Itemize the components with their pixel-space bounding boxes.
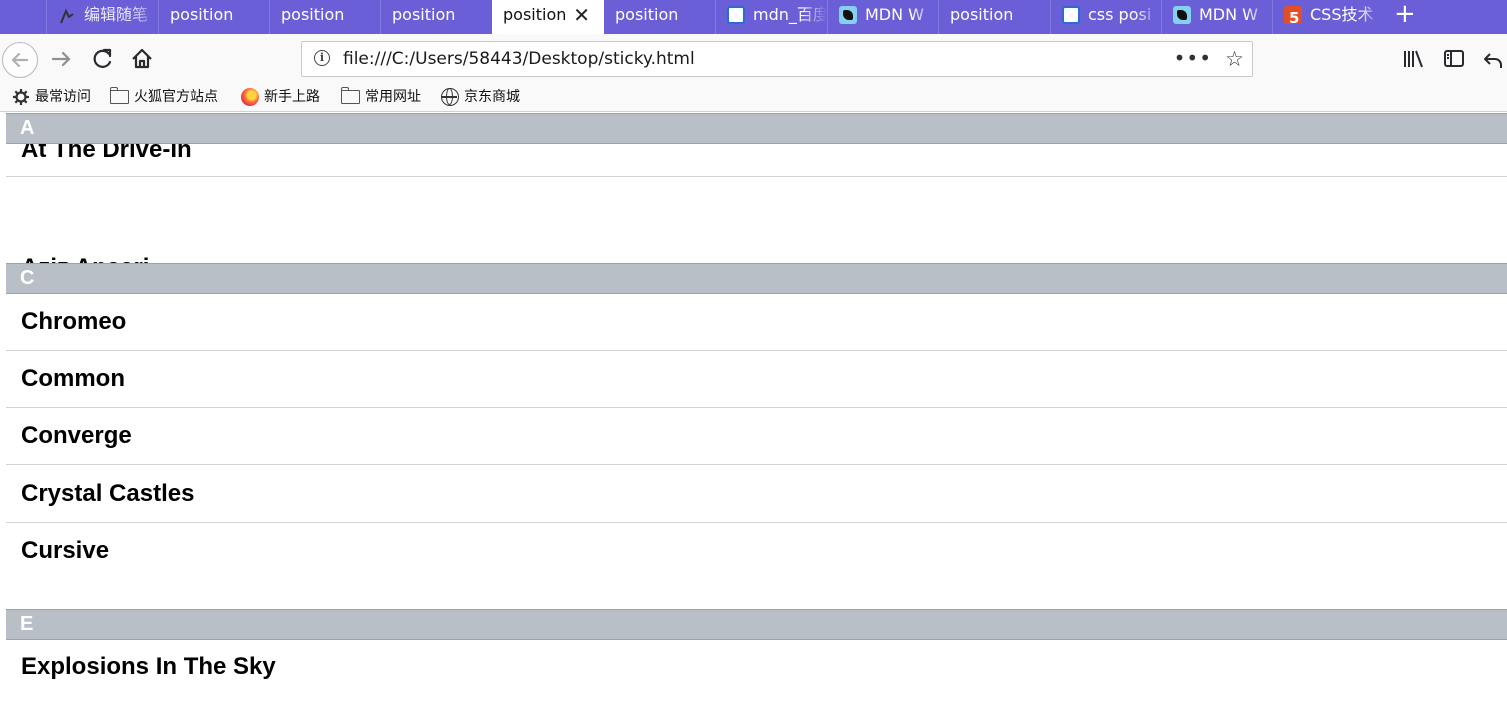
section-header-a: A	[6, 113, 1507, 144]
baidu-icon	[727, 6, 745, 24]
list-item: Aziz Ansari	[6, 177, 1507, 281]
list-item: Explosions In The Sky	[21, 653, 276, 680]
list-item: Crystal Castles	[6, 465, 1507, 523]
bookmark-common-sites[interactable]: 常用网址	[340, 84, 421, 111]
tab-mdn-web-docs[interactable]: MDN W	[827, 0, 938, 34]
baidu-icon	[1062, 6, 1080, 24]
undo-arrow-icon	[1483, 53, 1502, 68]
list-item: Chromeo	[6, 294, 1507, 351]
tab-position-1[interactable]: position	[158, 0, 269, 34]
section-header-e: E	[6, 609, 1507, 640]
tab-position-5[interactable]: position	[604, 0, 715, 34]
bookmarks-toolbar: 最常访问 火狐官方站点 新手上路 常用网址 京东商城	[0, 84, 1507, 112]
sidebar-icon	[1444, 50, 1464, 67]
tab-mdn-baidu[interactable]: mdn_百度	[715, 0, 827, 34]
library-button[interactable]	[1399, 34, 1427, 84]
overflow-button[interactable]	[1480, 34, 1507, 84]
tab-strip: 编辑随笔 position position position position…	[0, 0, 1507, 34]
home-icon	[132, 48, 152, 69]
tab-position-active[interactable]: position ✕	[492, 0, 604, 34]
site-info-icon[interactable]: i	[314, 50, 330, 66]
list-item: Cursive	[21, 537, 110, 564]
section-header-c: C	[6, 263, 1507, 294]
tab-css-position-baidu[interactable]: css posi	[1050, 0, 1161, 34]
back-arrow-icon	[11, 52, 29, 68]
list-item: Common	[6, 351, 1507, 408]
folder-icon	[109, 87, 129, 104]
mdn-icon	[1173, 6, 1191, 24]
url-text[interactable]: file:///C:/Users/58443/Desktop/sticky.ht…	[343, 42, 695, 76]
tab-edit-post[interactable]: 编辑随笔	[46, 0, 158, 34]
reload-button[interactable]	[88, 34, 116, 84]
forward-arrow-icon	[51, 51, 71, 67]
tab-css-tech[interactable]: 5 CSS技术	[1272, 0, 1384, 34]
address-bar[interactable]: i file:///C:/Users/58443/Desktop/sticky.…	[301, 41, 1253, 77]
close-tab-icon[interactable]: ✕	[573, 0, 590, 30]
bookmark-firefox-official[interactable]: 火狐官方站点	[109, 84, 218, 111]
mdn-icon	[839, 6, 857, 24]
back-button[interactable]	[2, 42, 38, 78]
bookmark-jd-mall[interactable]: 京东商城	[441, 84, 520, 111]
cnblogs-icon	[58, 6, 76, 24]
folder-icon	[340, 87, 360, 104]
list-item: Converge	[6, 408, 1507, 465]
sidebar-button[interactable]	[1440, 34, 1468, 84]
home-button[interactable]	[128, 34, 156, 84]
navigation-toolbar: i file:///C:/Users/58443/Desktop/sticky.…	[0, 34, 1507, 84]
tab-position-2[interactable]: position	[269, 0, 380, 34]
globe-icon	[441, 88, 459, 106]
firefox-icon	[241, 88, 259, 106]
bookmark-getting-started[interactable]: 新手上路	[241, 84, 320, 111]
page-content: At The Drive-In A Aziz Ansari C Chromeo …	[6, 113, 1507, 726]
tab-position-8[interactable]: position	[938, 0, 1050, 34]
library-icon	[1404, 50, 1423, 68]
svg-text:5: 5	[1289, 9, 1299, 26]
page-actions-icon[interactable]: •••	[1174, 42, 1212, 74]
tab-position-3[interactable]: position	[380, 0, 492, 34]
bookmark-star-icon[interactable]: ☆	[1225, 42, 1244, 76]
reload-icon	[93, 48, 112, 68]
new-tab-plus-icon[interactable]: +	[1394, 0, 1416, 28]
forward-button[interactable]	[48, 34, 76, 84]
bookmark-most-visited[interactable]: 最常访问	[12, 84, 91, 111]
css5-icon: 5	[1284, 6, 1302, 27]
tab-mdn-web-docs-2[interactable]: MDN W	[1161, 0, 1272, 34]
